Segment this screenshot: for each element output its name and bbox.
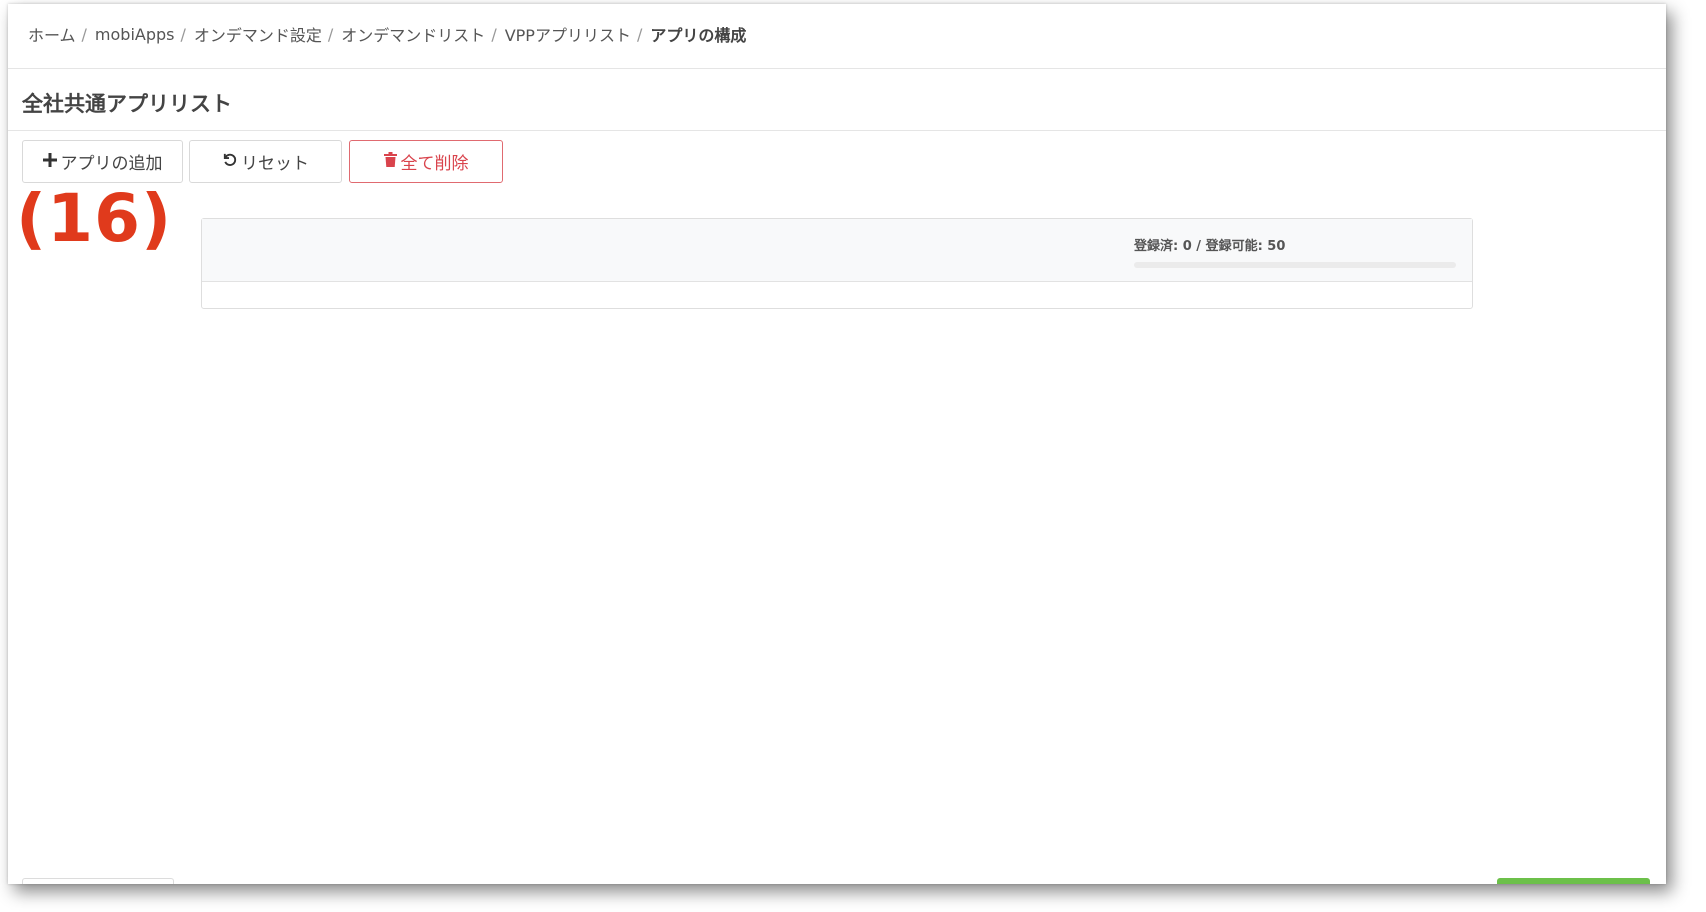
- breadcrumb-home[interactable]: ホーム: [28, 22, 76, 46]
- trash-icon: [383, 151, 397, 172]
- delete-all-button[interactable]: 全て削除: [349, 140, 503, 183]
- app-list-header: 登録済: 0 / 登録可能: 50: [202, 219, 1472, 282]
- screenshot-stage: ホーム / mobiApps / オンデマンド設定 / オンデマンドリスト / …: [0, 0, 1706, 912]
- breadcrumb-ondemand-settings[interactable]: オンデマンド設定: [194, 22, 322, 46]
- footer-save-button[interactable]: [1497, 878, 1650, 884]
- breadcrumb-separator: /: [491, 24, 497, 44]
- app-list-panel: 登録済: 0 / 登録可能: 50: [201, 218, 1473, 309]
- breadcrumb-vpp-app-list[interactable]: VPPアプリリスト: [505, 22, 631, 46]
- breadcrumb-ondemand-list[interactable]: オンデマンドリスト: [341, 22, 485, 46]
- plus-icon: [42, 152, 57, 172]
- rotate-left-icon: [222, 152, 237, 172]
- breadcrumb-separator: /: [180, 24, 186, 44]
- delete-all-label: 全て削除: [400, 154, 469, 174]
- page-title: 全社共通アプリリスト: [22, 92, 232, 116]
- reset-label: リセット: [241, 154, 309, 174]
- breadcrumb-separator: /: [327, 24, 334, 44]
- footer-back-button[interactable]: [22, 878, 174, 884]
- breadcrumb-mobiapps[interactable]: mobiApps: [95, 25, 175, 44]
- add-app-button[interactable]: アプリの追加: [22, 140, 183, 183]
- breadcrumb-current: アプリの構成: [650, 26, 747, 45]
- add-app-label: アプリの追加: [60, 154, 163, 174]
- divider: [8, 68, 1666, 69]
- reset-button[interactable]: リセット: [189, 140, 342, 183]
- app-window: ホーム / mobiApps / オンデマンド設定 / オンデマンドリスト / …: [8, 4, 1666, 884]
- breadcrumb-separator: /: [636, 24, 643, 44]
- quota-text: 登録済: 0 / 登録可能: 50: [1134, 239, 1286, 254]
- breadcrumb-separator: /: [81, 24, 87, 44]
- quota-progress-bar: [1134, 262, 1456, 268]
- annotation-label: (16): [16, 180, 173, 257]
- breadcrumb: ホーム / mobiApps / オンデマンド設定 / オンデマンドリスト / …: [28, 22, 746, 46]
- divider: [8, 130, 1666, 131]
